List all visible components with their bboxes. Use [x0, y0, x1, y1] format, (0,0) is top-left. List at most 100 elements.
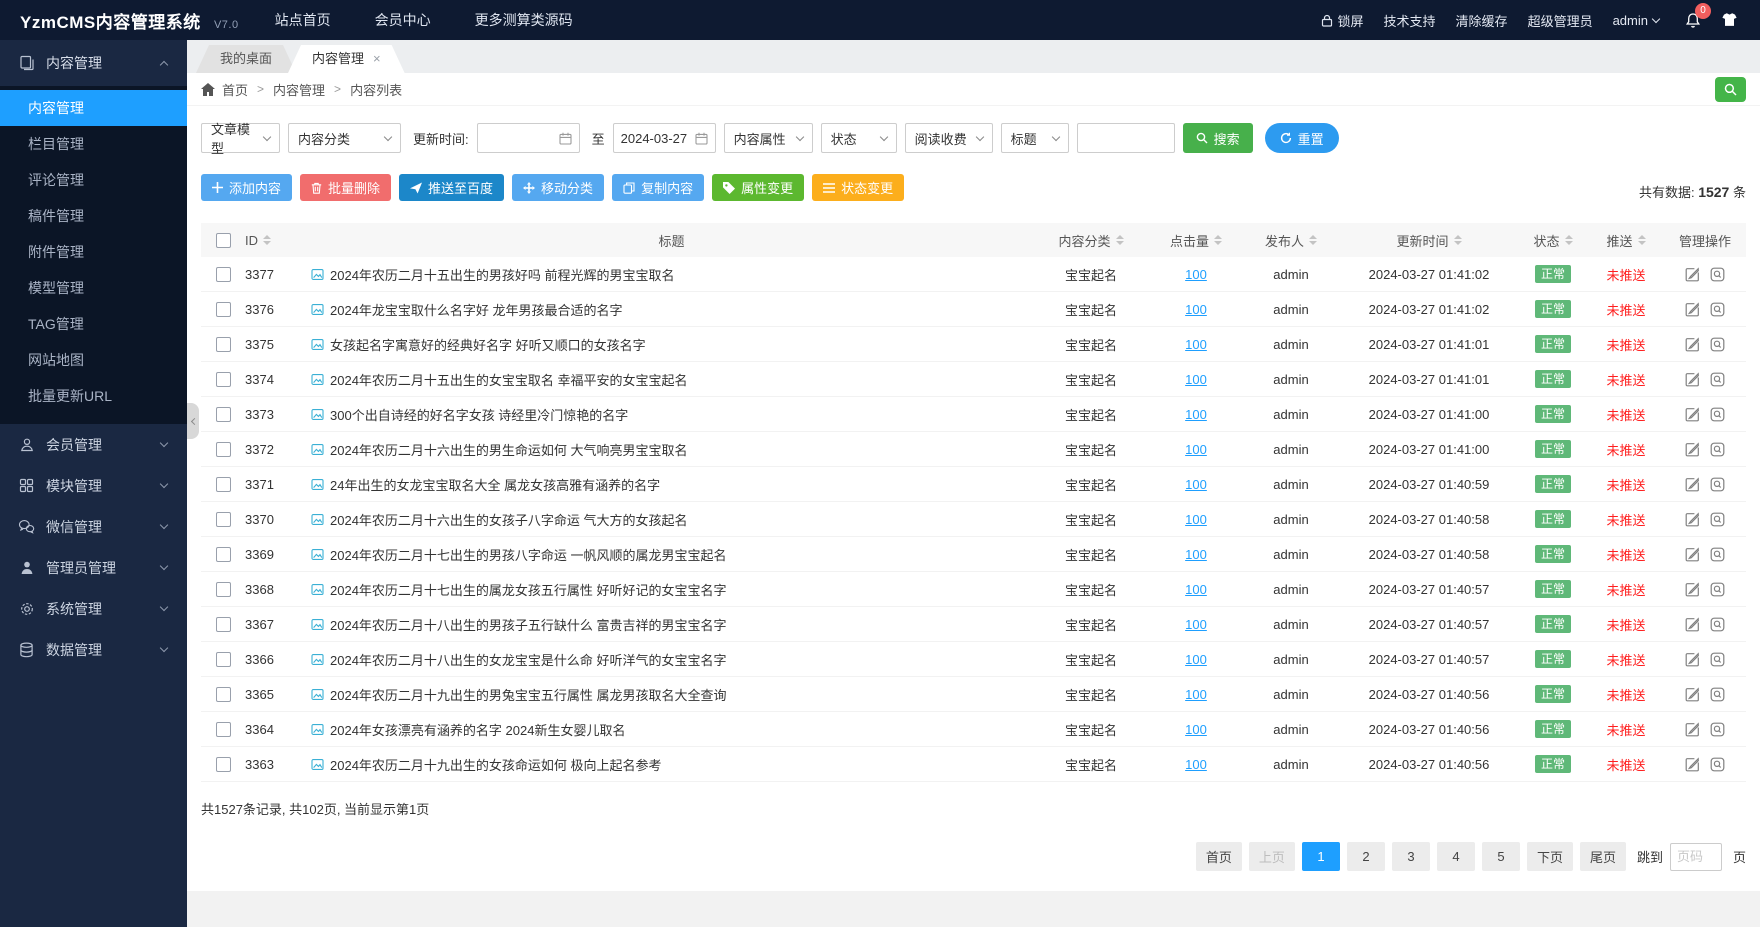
page-button[interactable]: 2 — [1346, 842, 1385, 871]
row-checkbox[interactable] — [215, 371, 231, 387]
attr-change-button[interactable]: 属性变更 — [712, 174, 805, 201]
row-clicks-link[interactable]: 100 — [1185, 512, 1207, 527]
top-nav-item[interactable]: 站点首页 — [275, 10, 331, 30]
sort-control[interactable] — [1453, 235, 1462, 245]
preview-icon[interactable] — [1710, 477, 1725, 492]
edit-icon[interactable] — [1685, 721, 1700, 737]
row-title-link[interactable]: 2024年农历二月十九出生的女孩命运如何 极向上起名参考 — [330, 755, 662, 774]
sidebar-submenu-item[interactable]: 稿件管理 — [0, 198, 187, 234]
sidebar-submenu-item[interactable]: 栏目管理 — [0, 126, 187, 162]
row-clicks-link[interactable]: 100 — [1185, 477, 1207, 492]
preview-icon[interactable] — [1710, 722, 1725, 737]
model-select[interactable]: 文章模型 — [201, 122, 280, 156]
lock-screen-button[interactable]: 锁屏 — [1321, 11, 1364, 30]
sidebar-group-system[interactable]: 系统管理 — [0, 588, 187, 629]
breadcrumb-item[interactable]: >首页 — [222, 80, 248, 99]
breadcrumb-item[interactable]: > 内容管理 — [248, 80, 325, 99]
sidebar-group-admin[interactable]: 管理员管理 — [0, 547, 187, 588]
row-checkbox[interactable] — [215, 581, 231, 597]
preview-icon[interactable] — [1710, 652, 1725, 667]
tab-close-icon[interactable]: × — [373, 45, 381, 73]
tab-content-manage[interactable]: 内容管理 × — [288, 45, 405, 73]
edit-icon[interactable] — [1685, 686, 1700, 702]
row-title-link[interactable]: 2024年农历二月十七出生的男孩八字命运 一帆风顺的属龙男宝宝起名 — [330, 545, 727, 564]
row-checkbox[interactable] — [215, 301, 231, 317]
sort-control[interactable] — [263, 235, 271, 245]
sidebar-group-content[interactable]: 内容管理 — [0, 40, 187, 86]
preview-icon[interactable] — [1710, 512, 1725, 527]
row-clicks-link[interactable]: 100 — [1185, 617, 1207, 632]
row-checkbox[interactable] — [215, 266, 231, 282]
page-button[interactable]: 尾页 — [1579, 842, 1626, 871]
row-clicks-link[interactable]: 100 — [1185, 372, 1207, 387]
row-clicks-link[interactable]: 100 — [1185, 687, 1207, 702]
preview-icon[interactable] — [1710, 372, 1725, 387]
row-checkbox[interactable] — [215, 511, 231, 527]
preview-icon[interactable] — [1710, 442, 1725, 457]
toggle-search-button[interactable] — [1715, 77, 1746, 102]
page-button[interactable]: 1 — [1301, 842, 1340, 871]
sidebar-submenu-item[interactable]: 评论管理 — [0, 162, 187, 198]
status-select[interactable]: 状态 — [820, 123, 897, 153]
row-title-link[interactable]: 2024年农历二月十六出生的女孩子八字命运 气大方的女孩起名 — [330, 510, 688, 529]
row-title-link[interactable]: 2024年女孩漂亮有涵养的名字 2024新生女婴儿取名 — [330, 720, 625, 739]
edit-icon[interactable] — [1685, 266, 1700, 282]
edit-icon[interactable] — [1685, 336, 1700, 352]
row-title-link[interactable]: 300个出自诗经的好名字女孩 诗经里冷门惊艳的名字 — [330, 405, 628, 424]
clear-cache-link[interactable]: 清除缓存 — [1456, 11, 1508, 30]
keyword-input[interactable] — [1076, 123, 1175, 153]
reset-button[interactable]: 重置 — [1264, 123, 1339, 153]
status-change-button[interactable]: 状态变更 — [812, 174, 905, 201]
page-button[interactable]: 5 — [1481, 842, 1520, 871]
top-nav-item[interactable]: 更多测算类源码 — [475, 10, 573, 30]
row-title-link[interactable]: 2024年农历二月十五出生的男孩好吗 前程光辉的男宝宝取名 — [330, 265, 675, 284]
field-select[interactable]: 标题 — [1000, 123, 1069, 153]
row-clicks-link[interactable]: 100 — [1185, 722, 1207, 737]
edit-icon[interactable] — [1685, 476, 1700, 492]
top-nav-item[interactable]: 会员中心 — [375, 10, 431, 30]
edit-icon[interactable] — [1685, 651, 1700, 667]
sort-control[interactable] — [1637, 235, 1646, 245]
preview-icon[interactable] — [1710, 547, 1725, 562]
page-button[interactable]: 首页 — [1195, 842, 1242, 871]
sidebar-group-module[interactable]: 模块管理 — [0, 465, 187, 506]
preview-icon[interactable] — [1710, 302, 1725, 317]
row-checkbox[interactable] — [215, 406, 231, 422]
sort-control[interactable] — [1115, 235, 1124, 245]
sidebar-group-data[interactable]: 数据管理 — [0, 629, 187, 670]
preview-icon[interactable] — [1710, 687, 1725, 702]
sidebar-submenu-item[interactable]: 网站地图 — [0, 342, 187, 378]
sort-control[interactable] — [1309, 235, 1317, 245]
date-from-input[interactable] — [476, 123, 580, 153]
row-checkbox[interactable] — [215, 476, 231, 492]
search-button[interactable]: 搜索 — [1182, 123, 1253, 153]
row-title-link[interactable]: 24年出生的女龙宝宝取名大全 属龙女孩高雅有涵养的名字 — [330, 475, 660, 494]
sort-control[interactable] — [1564, 235, 1573, 245]
row-clicks-link[interactable]: 100 — [1185, 652, 1207, 667]
edit-icon[interactable] — [1685, 546, 1700, 562]
notification-bell-button[interactable]: 0 — [1685, 2, 1711, 29]
row-title-link[interactable]: 2024年农历二月十八出生的女龙宝宝是什么命 好听洋气的女宝宝名字 — [330, 650, 727, 669]
preview-icon[interactable] — [1710, 337, 1725, 352]
row-title-link[interactable]: 2024年农历二月十七出生的属龙女孩五行属性 好听好记的女宝宝名字 — [330, 580, 727, 599]
sidebar-submenu-item[interactable]: 批量更新URL — [0, 378, 187, 414]
row-checkbox[interactable] — [215, 686, 231, 702]
sort-control[interactable] — [1214, 235, 1222, 245]
row-checkbox[interactable] — [215, 651, 231, 667]
preview-icon[interactable] — [1710, 617, 1725, 632]
preview-icon[interactable] — [1710, 582, 1725, 597]
sidebar-submenu-item[interactable]: TAG管理 — [0, 306, 187, 342]
batch-delete-button[interactable]: 批量删除 — [300, 174, 392, 201]
row-title-link[interactable]: 女孩起名字寓意好的经典好名字 好听又顺口的女孩名字 — [330, 335, 646, 354]
sidebar-submenu-item[interactable]: 模型管理 — [0, 270, 187, 306]
edit-icon[interactable] — [1685, 301, 1700, 317]
preview-icon[interactable] — [1710, 267, 1725, 282]
select-all-checkbox[interactable] — [215, 232, 231, 248]
sidebar-submenu-item[interactable]: 附件管理 — [0, 234, 187, 270]
tech-support-link[interactable]: 技术支持 — [1384, 11, 1436, 30]
preview-icon[interactable] — [1710, 407, 1725, 422]
category-select[interactable]: 内容分类 — [288, 123, 401, 153]
edit-icon[interactable] — [1685, 406, 1700, 422]
row-checkbox[interactable] — [215, 441, 231, 457]
row-title-link[interactable]: 2024年农历二月十六出生的男生命运如何 大气响亮男宝宝取名 — [330, 440, 688, 459]
